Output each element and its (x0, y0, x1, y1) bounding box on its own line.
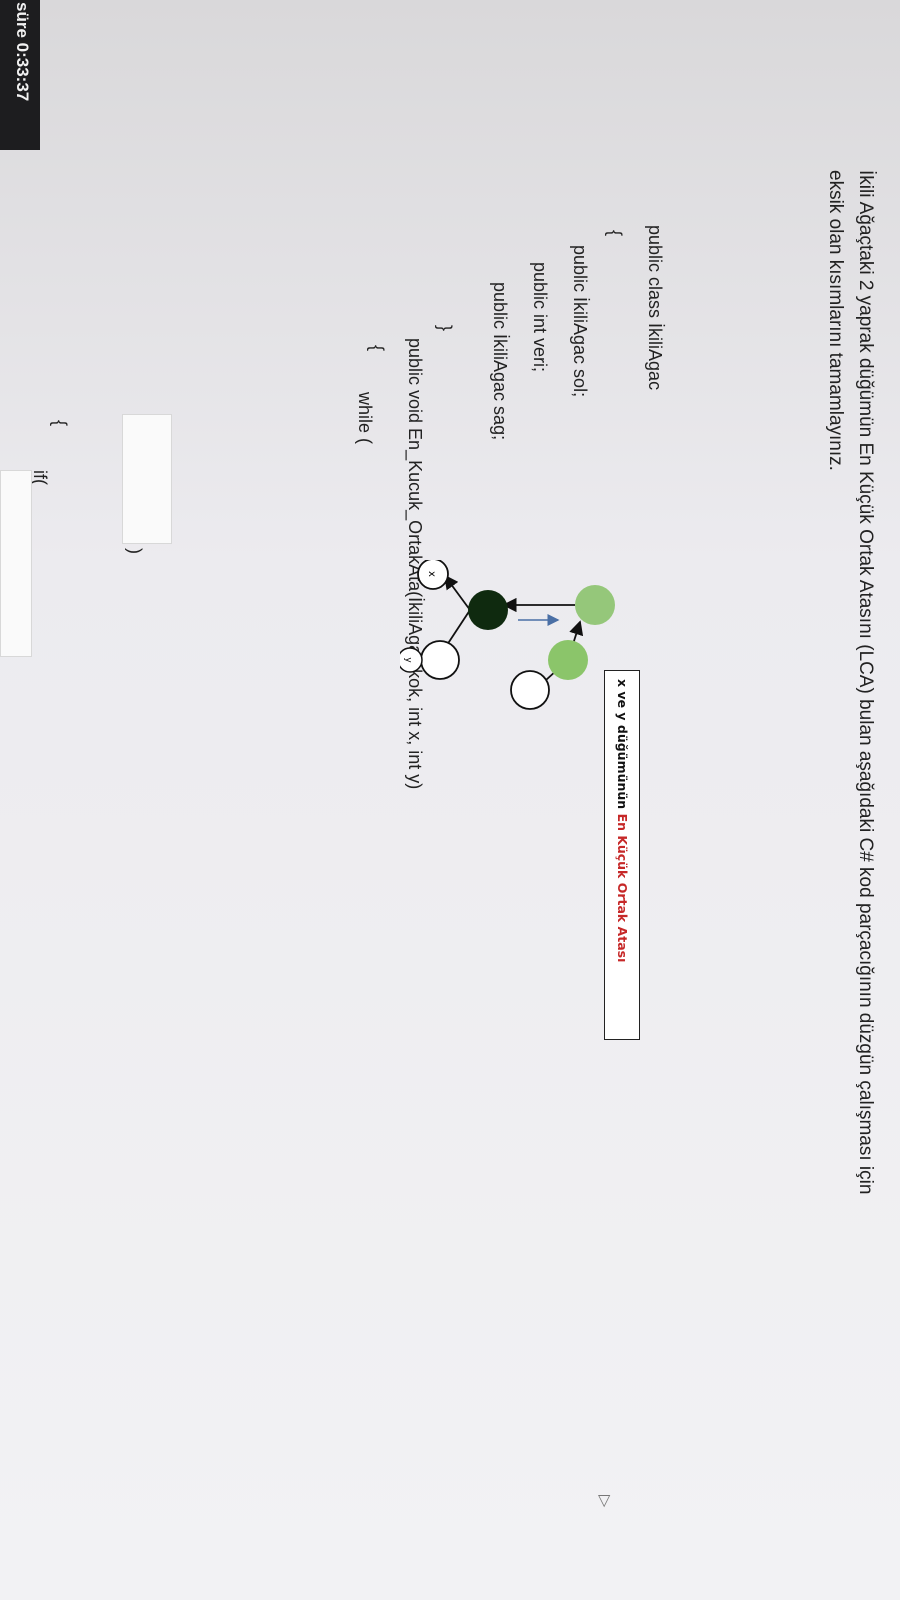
node-root (548, 640, 588, 680)
code-while-close: ) (125, 548, 145, 554)
while-condition-input[interactable] (122, 414, 172, 544)
lca-caption-prefix: x ve y düğümünün (615, 679, 630, 814)
node-right-leaf (510, 670, 550, 710)
exam-page: süre 0:33:37 İkili Ağaçtaki 2 yaprak düğ… (0, 0, 900, 1600)
lca-caption-highlight: En Küçük Ortak Atası (615, 813, 630, 963)
code-field-left: public İkiliAgac sol; (570, 245, 590, 398)
node-x-label: x (426, 571, 437, 577)
code-class-declaration: public class İkiliAgac (645, 225, 665, 391)
question-line-2: eksik olan kısımlarını tamamlayınız. (825, 170, 846, 471)
question-text: İkili Ağaçtaki 2 yaprak düğümün En Küçük… (820, 170, 880, 1550)
node-y-label: y (403, 657, 413, 663)
node-lca (468, 590, 508, 630)
code-if-label: if( (30, 470, 50, 485)
code-field-value: public int veri; (530, 262, 550, 373)
edge-lca-x (443, 574, 471, 611)
question-content: İkili Ağaçtaki 2 yaprak düğümün En Küçük… (0, 0, 900, 1600)
if-condition-input[interactable] (0, 470, 32, 657)
code-field-right: public İkiliAgac sag; (490, 282, 510, 441)
lca-caption-box: x ve y düğümünün En Küçük Ortak Atası (604, 670, 640, 1040)
code-inner-open-brace: { (50, 420, 70, 427)
node-white-child (420, 640, 460, 680)
code-close-brace: } (435, 325, 455, 332)
question-line-1: İkili Ağaçtaki 2 yaprak düğümün En Küçük… (855, 170, 876, 1195)
code-method-open-brace: { (367, 345, 387, 352)
code-while-label: while ( (355, 392, 375, 445)
code-open-brace: { (605, 230, 625, 237)
cursor-icon: ▷ (596, 1495, 613, 1508)
node-mid (575, 585, 615, 625)
